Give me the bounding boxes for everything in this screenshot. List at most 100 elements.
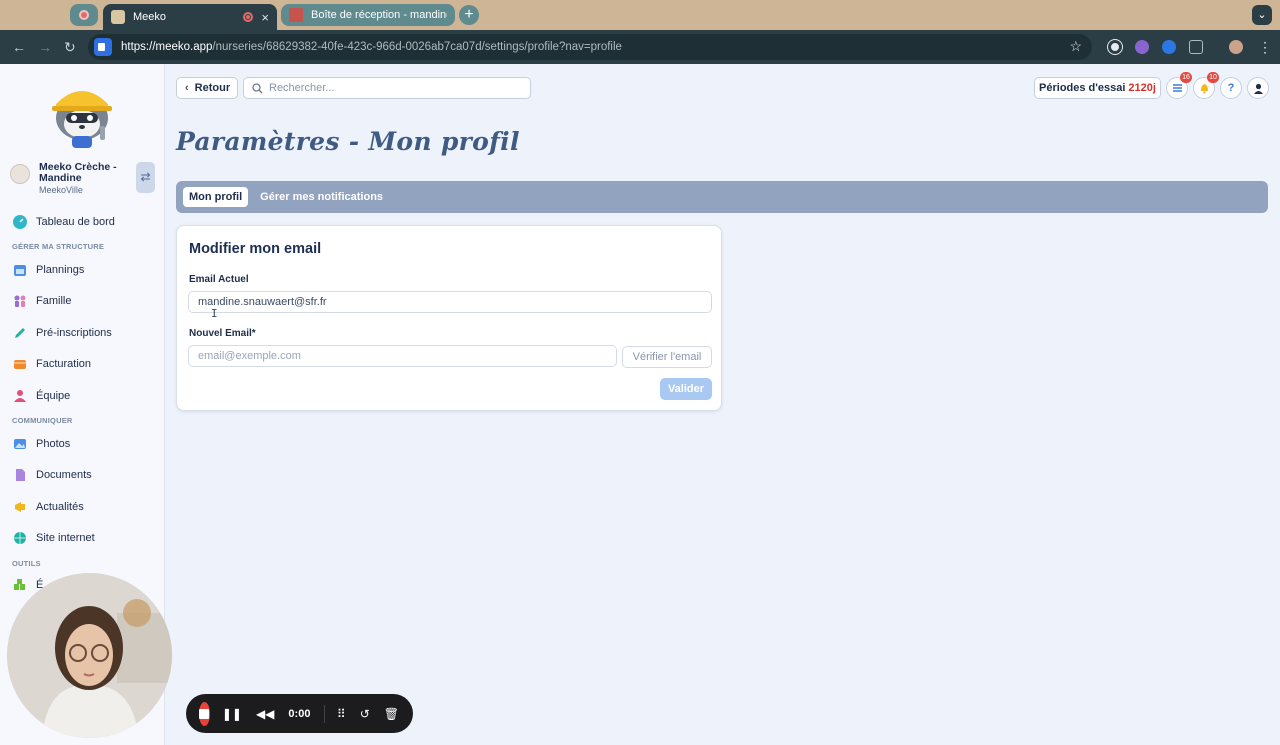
- profile-avatar-icon[interactable]: [1229, 40, 1243, 54]
- globe-icon: [12, 530, 28, 546]
- mail-favicon-icon: [289, 8, 303, 22]
- settings-tabs: Mon profil Gérer mes notifications: [176, 181, 1268, 213]
- browser-tab-bar: Meeko × Boîte de réception - mandine. + …: [0, 0, 1280, 30]
- sidebar-item-label: Photos: [36, 438, 71, 450]
- account-button[interactable]: [1247, 77, 1269, 99]
- presenter-video: [7, 573, 172, 738]
- team-icon: [12, 388, 28, 404]
- sidebar-item-equipe[interactable]: Équipe: [12, 388, 70, 404]
- url-field[interactable]: https://meeko.app/nurseries/68629382-40f…: [88, 34, 1092, 60]
- pinned-tab[interactable]: [70, 4, 98, 26]
- back-button[interactable]: ‹ Retour: [176, 77, 238, 99]
- trash-icon[interactable]: 🗑: [384, 707, 399, 721]
- stop-recording-button[interactable]: [199, 701, 210, 726]
- calendar-icon: [12, 262, 28, 278]
- page-title: Paramètres - Mon profil: [176, 127, 520, 156]
- extension-icon[interactable]: [1162, 40, 1176, 54]
- sidebar-item-dashboard[interactable]: Tableau de bord: [12, 214, 115, 230]
- new-email-field[interactable]: [188, 345, 617, 367]
- back-button-label: Retour: [194, 82, 231, 94]
- validate-button[interactable]: Valider: [660, 378, 712, 400]
- browser-tab-inbox[interactable]: Boîte de réception - mandine.: [281, 4, 455, 26]
- sidebar-item-label: Actualités: [36, 501, 84, 513]
- sidebar-item-label: Famille: [36, 295, 72, 307]
- sidebar-item-label: Documents: [36, 469, 92, 481]
- email-card: Modifier mon email Email Actuel Nouvel E…: [176, 225, 722, 411]
- blocks-icon: [12, 577, 28, 593]
- verify-email-button[interactable]: Vérifier l'email: [622, 346, 712, 368]
- webcam-overlay: [7, 573, 172, 738]
- tab-search-icon[interactable]: ⌄: [1252, 5, 1272, 25]
- sidebar-item-label: Site internet: [36, 532, 95, 544]
- sidebar-item-label: Équipe: [36, 390, 71, 402]
- notifications-button[interactable]: 10: [1193, 72, 1219, 99]
- rewind-icon[interactable]: ◀◀: [256, 707, 274, 721]
- pause-icon[interactable]: ❚❚: [222, 707, 242, 721]
- forward-arrow-icon[interactable]: →: [38, 39, 52, 55]
- record-icon: [79, 10, 89, 20]
- section-label-tools: OUTILS: [12, 559, 41, 568]
- tasks-button[interactable]: 16: [1166, 72, 1192, 99]
- checklist-icon: [1172, 84, 1182, 92]
- browser-menu-icon[interactable]: ⋮: [1258, 39, 1272, 56]
- section-label-manage: GÉRER MA STRUCTURE: [12, 242, 105, 251]
- raccoon-mascot-logo: [52, 91, 112, 148]
- sidebar-item-plannings[interactable]: Plannings: [12, 262, 84, 278]
- organization-name: Meeko Crèche - Mandine: [39, 161, 117, 184]
- browser-tab-meeko[interactable]: Meeko ×: [103, 4, 277, 30]
- sidebar-item-photos[interactable]: Photos: [12, 436, 70, 452]
- meeko-favicon-icon: [111, 10, 125, 24]
- bookmark-star-icon[interactable]: ☆: [1069, 38, 1082, 55]
- section-label-communicate: COMMUNIQUER: [12, 416, 73, 425]
- current-email-label: Email Actuel: [189, 274, 249, 285]
- tasks-badge: 16: [1180, 72, 1192, 83]
- back-arrow-icon[interactable]: ←: [12, 39, 26, 55]
- stop-icon: [199, 708, 210, 719]
- close-tab-icon[interactable]: ×: [261, 10, 269, 25]
- sidebar-item-label: Pré-inscriptions: [36, 327, 112, 339]
- nursery-logo: [10, 164, 30, 184]
- user-icon: [1253, 83, 1263, 94]
- sidebar-item-actualites[interactable]: Actualités: [12, 499, 84, 515]
- switch-organization-icon[interactable]: ⇄: [136, 162, 155, 193]
- tab-notifications[interactable]: Gérer mes notifications: [254, 187, 389, 207]
- wallet-icon: [12, 356, 28, 372]
- current-email-field[interactable]: [188, 291, 712, 313]
- sidebar-item-label: Facturation: [36, 358, 92, 370]
- help-button[interactable]: ?: [1220, 77, 1242, 99]
- bell-icon: [1200, 84, 1208, 94]
- sidebar-item-facturation[interactable]: Facturation: [12, 356, 91, 372]
- dashboard-gauge-icon: [12, 214, 28, 230]
- puzzle-extensions-icon[interactable]: [1189, 40, 1203, 54]
- sidebar-item-documents[interactable]: Documents: [12, 467, 92, 483]
- photo-icon: [12, 436, 28, 452]
- sidebar-item-famille[interactable]: Famille: [12, 293, 71, 309]
- sidebar-item-label: Tableau de bord: [36, 216, 115, 228]
- search-input[interactable]: [269, 82, 519, 94]
- search-icon: [252, 82, 263, 93]
- tab-title: Meeko: [133, 11, 167, 23]
- sidebar-item-site-internet[interactable]: Site internet: [12, 530, 95, 546]
- trial-label: Périodes d'essai: [1039, 82, 1126, 94]
- megaphone-icon: [12, 499, 28, 515]
- trial-periods-button[interactable]: Périodes d'essai 2120j: [1034, 77, 1161, 99]
- family-icon: [12, 293, 28, 309]
- trial-days: 2120j: [1128, 82, 1156, 94]
- grid-dots-icon[interactable]: ⠿: [337, 707, 346, 721]
- new-tab-button[interactable]: +: [459, 5, 479, 25]
- sidebar-item-pre-inscriptions[interactable]: Pré-inscriptions: [12, 325, 112, 341]
- document-icon: [12, 467, 28, 483]
- sidebar-item-label: Plannings: [36, 264, 85, 276]
- recording-icon: [243, 12, 254, 22]
- search-box[interactable]: [243, 77, 531, 99]
- url-path: /nurseries/68629382-40fe-423c-966d-0026a…: [212, 41, 622, 53]
- reload-icon[interactable]: ↻: [64, 39, 76, 56]
- new-email-label: Nouvel Email*: [189, 328, 256, 339]
- extension-icon[interactable]: [1135, 40, 1149, 54]
- restart-icon[interactable]: ↺: [360, 707, 370, 721]
- tab-mon-profil[interactable]: Mon profil: [183, 187, 249, 207]
- organization-city: MeekoVille: [39, 185, 83, 195]
- notifications-badge: 10: [1207, 72, 1219, 83]
- pencil-icon: [12, 325, 28, 341]
- password-extension-icon[interactable]: [1108, 40, 1122, 54]
